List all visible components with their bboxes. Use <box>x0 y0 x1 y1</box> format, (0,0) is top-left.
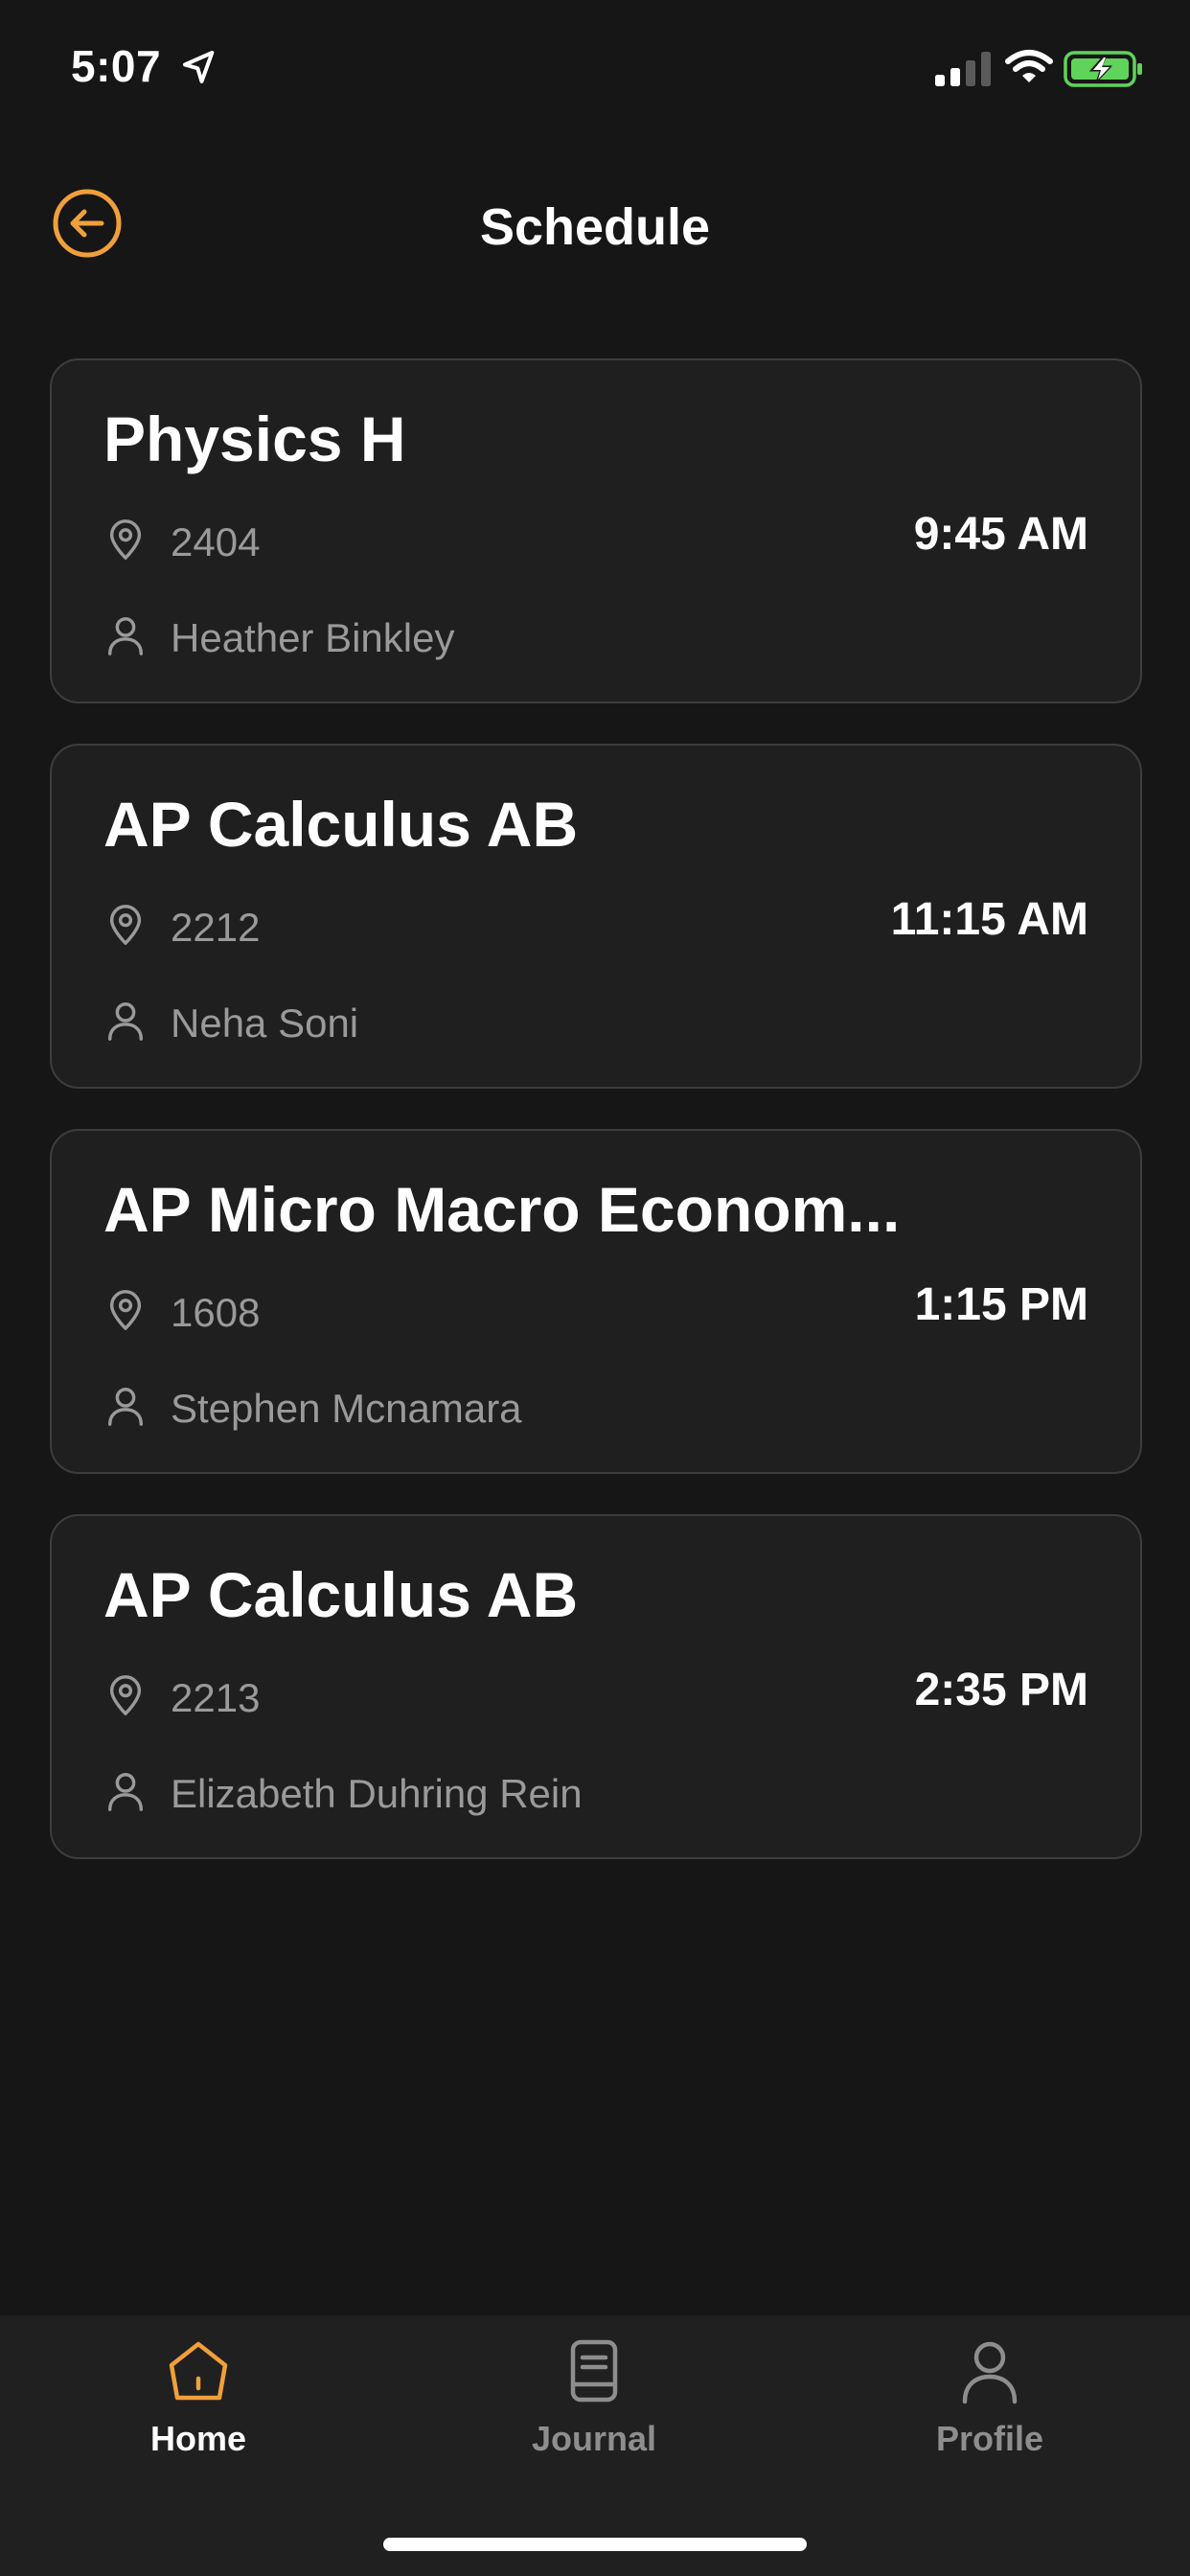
room-number: 2212 <box>171 905 261 950</box>
class-card[interactable]: AP Micro Macro Econom... 1608 Stephen Mc… <box>50 1129 1142 1474</box>
class-card[interactable]: AP Calculus AB 2213 Elizabeth Duhring Re… <box>50 1514 1142 1859</box>
home-icon <box>169 2341 228 2401</box>
tab-profile[interactable]: Profile <box>865 2336 1114 2499</box>
room-number: 1608 <box>171 1290 261 1335</box>
class-time: 1:15 PM <box>914 1279 1088 1330</box>
class-time: 11:15 AM <box>890 894 1088 945</box>
class-card[interactable]: Physics H 2404 Heather Binkley 9:45 AM <box>50 358 1142 703</box>
class-time: 9:45 AM <box>913 509 1088 560</box>
tab-home-label: Home <box>149 2419 247 2458</box>
class-name: AP Calculus AB <box>103 1559 579 1630</box>
location-pin-icon <box>109 519 142 560</box>
location-arrow-icon <box>183 51 215 83</box>
person-icon <box>107 1002 144 1041</box>
battery-charging-icon <box>1064 51 1142 87</box>
tab-journal[interactable]: Journal <box>469 2336 719 2499</box>
page-title: Schedule <box>479 198 711 256</box>
home-indicator[interactable] <box>383 2538 807 2551</box>
teacher-name: Stephen Mcnamara <box>171 1386 522 1431</box>
journal-icon <box>570 2339 618 2403</box>
tab-profile-label: Profile <box>935 2419 1044 2458</box>
teacher-name: Elizabeth Duhring Rein <box>171 1771 583 1816</box>
location-pin-icon <box>109 1290 142 1330</box>
teacher-name: Neha Soni <box>171 1000 359 1046</box>
class-name: Physics H <box>103 403 406 474</box>
class-name: AP Calculus AB <box>103 789 579 860</box>
tab-home[interactable]: Home <box>74 2336 323 2499</box>
wifi-icon <box>1005 50 1053 82</box>
status-time: 5:07 <box>71 41 162 91</box>
cellular-signal-icon <box>935 52 991 86</box>
class-time: 2:35 PM <box>914 1665 1088 1715</box>
person-icon <box>107 1388 144 1426</box>
person-icon <box>107 1773 144 1811</box>
class-list: Physics H 2404 Heather Binkley 9:45 AM A… <box>50 358 1142 1899</box>
class-name: AP Micro Macro Econom... <box>103 1174 901 1245</box>
location-pin-icon <box>109 905 142 945</box>
person-icon <box>107 617 144 656</box>
teacher-name: Heather Binkley <box>171 615 455 660</box>
tab-journal-label: Journal <box>531 2419 657 2458</box>
location-pin-icon <box>109 1675 142 1715</box>
room-number: 2404 <box>171 519 261 564</box>
class-card[interactable]: AP Calculus AB 2212 Neha Soni 11:15 AM <box>50 744 1142 1089</box>
status-bar: 5:07 <box>0 0 1190 144</box>
room-number: 2213 <box>171 1675 261 1720</box>
profile-icon <box>962 2341 1018 2404</box>
